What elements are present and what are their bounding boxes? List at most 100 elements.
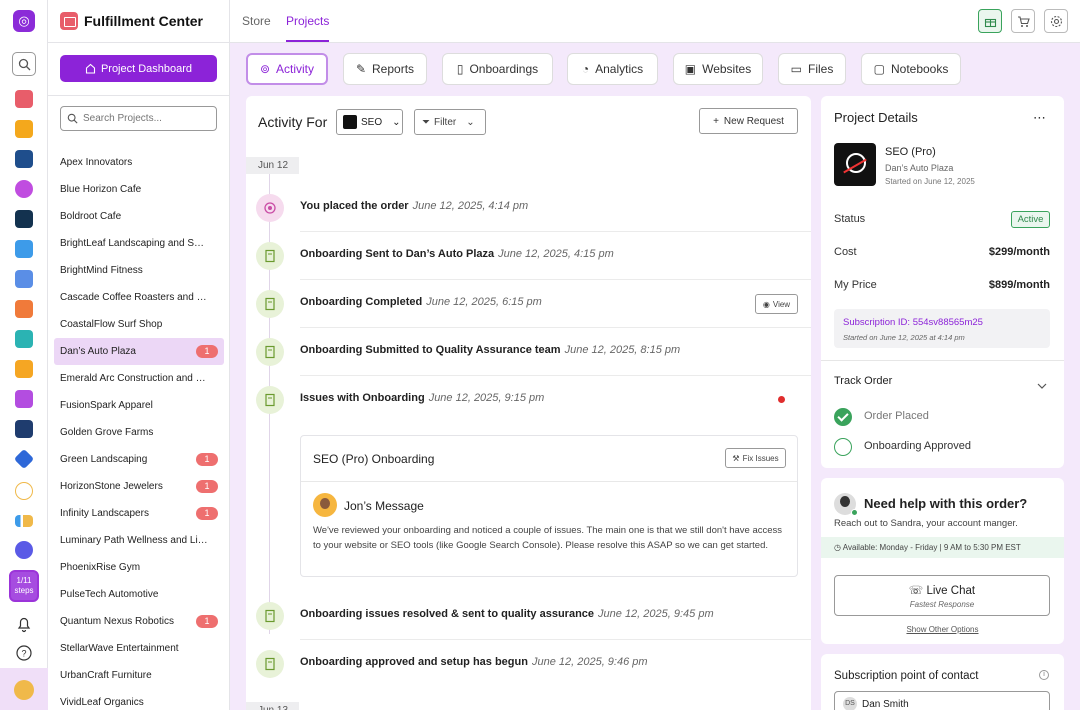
gift-button[interactable]	[978, 9, 1002, 33]
orange-app-icon[interactable]	[15, 300, 33, 318]
view-button[interactable]: ◉ View	[755, 294, 798, 314]
activity-icon: ⊚	[259, 62, 271, 76]
tab-files[interactable]: ▭ Files	[778, 53, 846, 85]
sidebar-project-item[interactable]: Quantum Nexus Robotics 1	[54, 608, 224, 635]
globe-app-icon[interactable]	[15, 541, 33, 559]
tab-websites[interactable]: ▣ Websites	[673, 53, 763, 85]
subscription-id[interactable]: Subscription ID: 554sv88565m25	[843, 317, 983, 328]
new-request-button[interactable]: + New Request	[699, 108, 798, 134]
project-sidebar: Fulfillment Center Project Dashboard Ape…	[48, 0, 230, 710]
sidebar-project-item[interactable]: Boldroot Cafe	[54, 203, 224, 230]
more-icon[interactable]: ⋯	[1033, 110, 1047, 126]
tab-analytics[interactable]: ◔ Analytics	[567, 53, 658, 85]
filter-button[interactable]: ⏷ Filter ⌄	[414, 109, 486, 135]
people-app-icon[interactable]	[15, 330, 33, 348]
settings-button[interactable]	[1044, 9, 1068, 33]
terminal-app-icon[interactable]	[15, 420, 33, 438]
sidebar-project-item[interactable]: Blue Horizon Cafe	[54, 176, 224, 203]
cost-value: $299/month	[988, 246, 1050, 258]
track-order-label[interactable]: Track Order	[834, 375, 892, 387]
show-other-options-link[interactable]: Show Other Options	[821, 625, 1064, 634]
sidebar-project-item[interactable]: Green Landscaping 1	[54, 446, 224, 473]
sidebar-project-item[interactable]: PulseTech Automotive	[54, 581, 224, 608]
onboarding-steps-badge[interactable]: 1/11 steps	[9, 570, 39, 602]
bird-app-icon[interactable]	[15, 210, 33, 228]
sidebar-project-item[interactable]: Golden Grove Farms	[54, 419, 224, 446]
document-icon	[256, 602, 284, 630]
tab-label: Onboardings	[469, 62, 539, 76]
help-icon[interactable]: ?	[15, 644, 33, 662]
step-onboarding-approved: Onboarding Approved	[834, 438, 1054, 456]
event-time: June 12, 2025, 6:15 pm	[426, 296, 542, 308]
document-icon	[256, 290, 284, 318]
tab-activity[interactable]: ⊚ Activity	[246, 53, 328, 85]
issue-card: SEO (Pro) Onboarding ⚒ Fix Issues Jon’s …	[300, 435, 798, 577]
sidebar-project-item[interactable]: BrightMind Fitness	[54, 257, 224, 284]
sidebar-project-item[interactable]: Infinity Landscapers 1	[54, 500, 224, 527]
tab-reports[interactable]: ✎ Reports	[343, 53, 427, 85]
live-chat-button[interactable]: ☏ Live Chat Fastest Response	[834, 575, 1050, 616]
sidebar-project-item[interactable]: HorizonStone Jewelers 1	[54, 473, 224, 500]
funnel-app-icon[interactable]	[15, 120, 33, 138]
event-text: Issues with Onboarding June 12, 2025, 9:1…	[300, 392, 544, 404]
top-tab-store[interactable]: Store	[242, 0, 271, 42]
bell-icon[interactable]	[15, 615, 33, 633]
sidebar-project-item[interactable]: BrightLeaf Landscaping and Sust...	[54, 230, 224, 257]
project-name: Emerald Arc Construction and Cu...	[60, 373, 208, 384]
clipboard-app-icon[interactable]	[15, 360, 33, 378]
sidebar-project-item[interactable]: Apex Innovators	[54, 149, 224, 176]
notification-badge: 1	[196, 480, 218, 493]
tab-onboardings[interactable]: ▯ Onboardings	[442, 53, 553, 85]
cart-button[interactable]	[1011, 9, 1035, 33]
project-dashboard-button[interactable]: Project Dashboard	[60, 55, 217, 82]
svg-text:?: ?	[21, 649, 26, 659]
sidebar-project-item[interactable]: CoastalFlow Surf Shop	[54, 311, 224, 338]
cost-label: Cost	[834, 246, 857, 258]
user-avatar[interactable]	[0, 668, 48, 710]
info-icon[interactable]: i	[1039, 670, 1049, 680]
chart-app-icon[interactable]	[15, 515, 33, 527]
monitor-app-icon[interactable]	[15, 150, 33, 168]
top-tab-projects[interactable]: Projects	[286, 0, 330, 42]
sidebar-project-item[interactable]: Luminary Path Wellness and Life...	[54, 527, 224, 554]
app-logo-icon[interactable]: ◎	[13, 10, 35, 32]
tab-notebooks[interactable]: ▢ Notebooks	[861, 53, 961, 85]
sidebar-project-item[interactable]: Cascade Coffee Roasters and Cra...	[54, 284, 224, 311]
sidebar-project-item[interactable]: PhoenixRise Gym	[54, 554, 224, 581]
service-select[interactable]: SEO ⌄	[336, 109, 403, 135]
document-app-icon[interactable]	[15, 240, 33, 258]
timeline-event: You placed the order June 12, 2025, 4:14 …	[246, 184, 811, 232]
project-name: PhoenixRise Gym	[60, 562, 141, 573]
project-name: CoastalFlow Surf Shop	[60, 319, 163, 330]
location-app-icon[interactable]	[15, 180, 33, 198]
project-name: Blue Horizon Cafe	[60, 184, 142, 195]
project-search[interactable]	[60, 106, 217, 131]
sidebar-project-item[interactable]: UrbanCraft Furniture	[54, 662, 224, 689]
rail-search-button[interactable]	[12, 52, 36, 76]
sidebar-project-item[interactable]: StellarWave Entertainment	[54, 635, 224, 662]
project-name: Infinity Landscapers	[60, 508, 149, 519]
date-chip: Jun 13	[246, 702, 299, 710]
event-time: June 12, 2025, 4:15 pm	[498, 248, 614, 260]
project-search-input[interactable]	[83, 113, 203, 124]
check-app-icon[interactable]	[15, 482, 33, 500]
fix-issues-label: Fix Issues	[742, 453, 779, 463]
sidebar-project-item[interactable]: FusionSpark Apparel	[54, 392, 224, 419]
project-name: Golden Grove Farms	[60, 427, 154, 438]
cube-app-icon[interactable]	[13, 448, 35, 470]
client-name: Dan’s Auto Plaza	[885, 163, 954, 173]
project-name: StellarWave Entertainment	[60, 643, 179, 654]
subscription-box: Subscription ID: 554sv88565m25 Started o…	[834, 309, 1050, 348]
price-label: My Price	[834, 279, 877, 291]
sidebar-project-item[interactable]: Dan’s Auto Plaza 1	[54, 338, 224, 365]
message-author: Jon’s Message	[344, 499, 424, 513]
fix-issues-button[interactable]: ⚒ Fix Issues	[725, 448, 786, 468]
chevron-down-icon[interactable]	[1037, 378, 1047, 392]
calendar-app-icon[interactable]	[15, 390, 33, 408]
store-app-icon[interactable]	[15, 90, 33, 108]
sidebar-project-item[interactable]: VividLeaf Organics	[54, 689, 224, 710]
contact-select[interactable]: DS Dan Smith	[834, 691, 1050, 710]
sidebar-project-item[interactable]: Emerald Arc Construction and Cu...	[54, 365, 224, 392]
tab-label: Activity	[276, 62, 315, 76]
chat-app-icon[interactable]	[15, 270, 33, 288]
